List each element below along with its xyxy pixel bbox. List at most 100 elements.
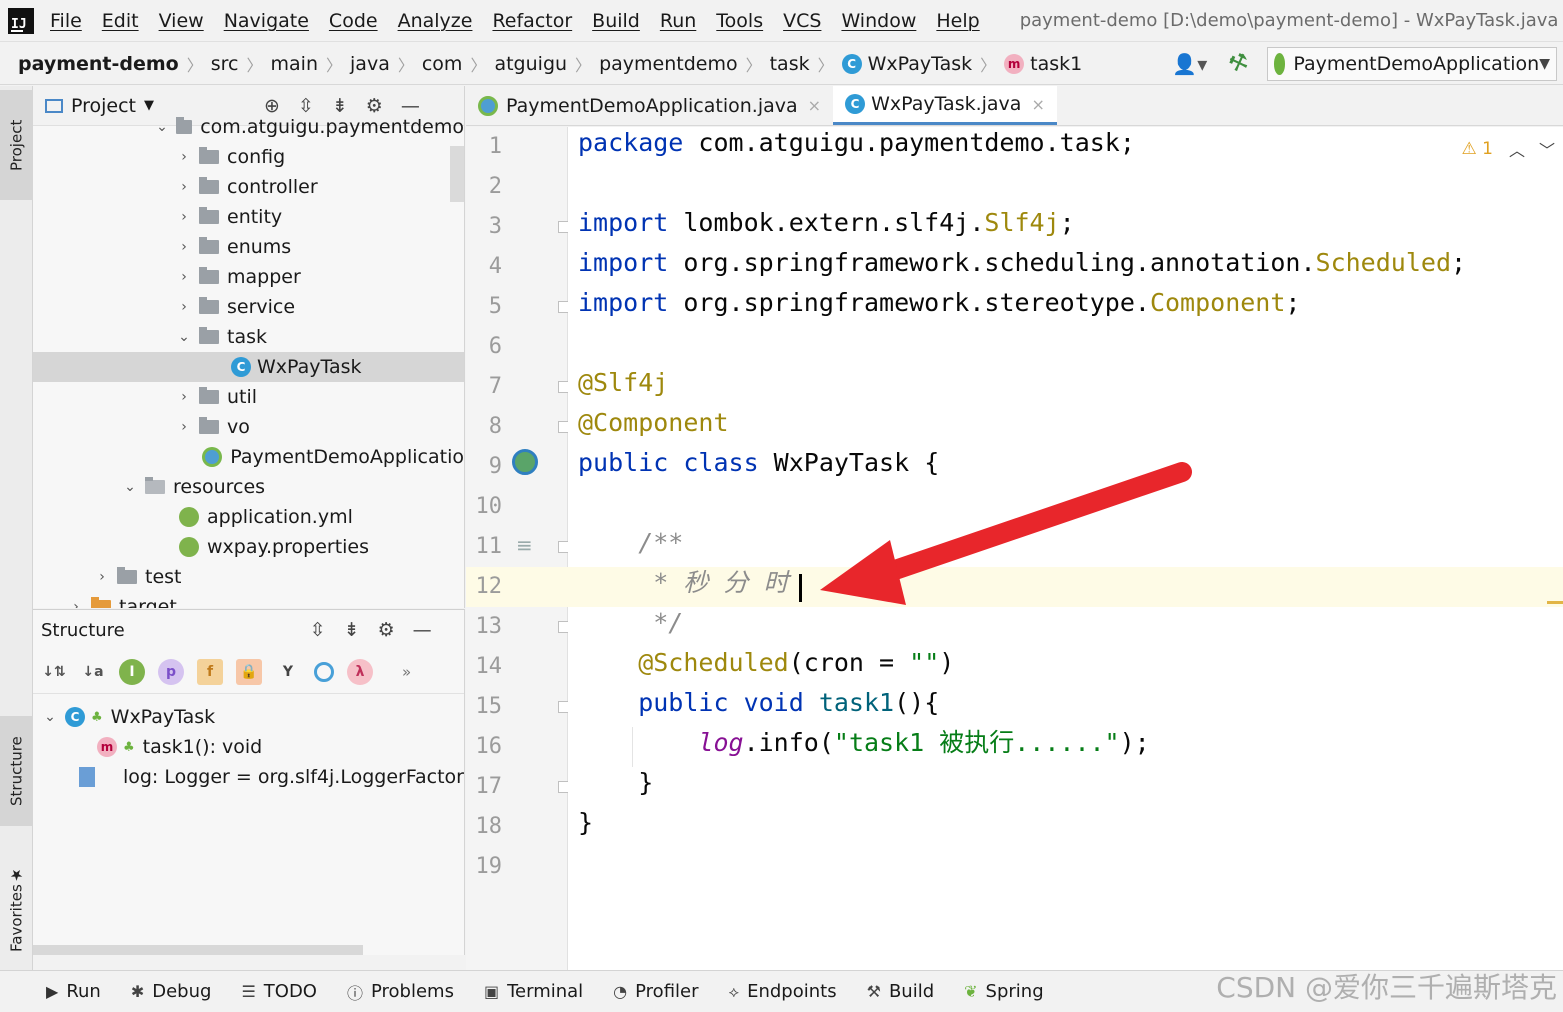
crumb-java[interactable]: java <box>350 53 390 75</box>
crumb-paymentdemo[interactable]: paymentdemo <box>599 53 738 75</box>
tree-item-service[interactable]: › service <box>33 292 464 322</box>
show-inherited-icon[interactable]: I <box>119 658 145 685</box>
collapse-all-icon[interactable]: ⇟ <box>344 619 360 641</box>
tree-item-wxpaytask[interactable]: C WxPayTask <box>33 352 464 382</box>
intellij-logo-icon[interactable]: IJ <box>8 7 34 34</box>
structure-member[interactable]: log: Logger = org.slf4j.LoggerFactor <box>33 762 464 792</box>
crumb-atguigu[interactable]: atguigu <box>494 53 567 75</box>
show-properties-icon[interactable]: p <box>158 658 184 685</box>
tree-item-config[interactable]: › config <box>33 142 464 172</box>
crumb-com[interactable]: com <box>422 53 463 75</box>
menu-run[interactable]: Run <box>660 10 696 32</box>
tree-item-label: enums <box>227 236 292 258</box>
error-stripe-mark[interactable] <box>1547 601 1563 604</box>
run-config-select[interactable]: PaymentDemoApplication ▼ <box>1267 46 1557 81</box>
menu-navigate[interactable]: Navigate <box>224 10 309 32</box>
tree-item-vo[interactable]: › vo <box>33 412 464 442</box>
tool-tab-problems[interactable]: ⓘ Problems <box>347 980 454 1004</box>
tool-tab-run[interactable]: ▶ Run <box>46 981 101 1002</box>
close-icon[interactable]: × <box>1031 95 1044 114</box>
tree-item-payment-demo-application[interactable]: PaymentDemoApplicatio <box>33 442 464 472</box>
window-title: payment-demo [D:\demo\payment-demo] - Wx… <box>1019 10 1559 31</box>
tree-item-label: resources <box>173 476 266 498</box>
crumb-method[interactable]: m task1 <box>1004 53 1082 75</box>
chevron-right-icon: › <box>181 239 187 255</box>
tree-item-controller[interactable]: › controller <box>33 172 464 202</box>
next-highlight-icon[interactable]: ﹀ <box>1539 137 1555 161</box>
tree-item-package[interactable]: ⌄ com.atguigu.paymentdemo <box>33 112 464 142</box>
crumb-main[interactable]: main <box>271 53 318 75</box>
tool-tab-profiler[interactable]: ◔ Profiler <box>613 981 698 1002</box>
method-icon: m <box>1004 53 1025 74</box>
crumb-project[interactable]: payment-demo <box>18 53 179 75</box>
menu-edit[interactable]: Edit <box>102 10 139 32</box>
crumb-src[interactable]: src <box>211 53 239 75</box>
tree-item-label: task <box>227 326 267 348</box>
text-align-gutter-icon[interactable]: ≡ <box>516 533 533 557</box>
crumb-task[interactable]: task <box>770 53 810 75</box>
menu-file[interactable]: File <box>50 10 82 32</box>
tree-item-entity[interactable]: › entity <box>33 202 464 232</box>
tool-tab-structure[interactable]: Structure <box>0 716 33 826</box>
menu-vcs[interactable]: VCS <box>783 10 821 32</box>
previous-highlight-icon[interactable]: ︿ <box>1509 137 1525 161</box>
structure-class[interactable]: ⌄ C ♣ WxPayTask <box>33 702 464 732</box>
tool-tab-favorites[interactable]: Favorites ★ <box>0 854 33 964</box>
tool-tab-endpoints[interactable]: ⟡ Endpoints <box>729 981 837 1002</box>
menu-bar: IJ File Edit View Navigate Code Analyze … <box>0 0 1563 42</box>
menu-build[interactable]: Build <box>592 10 640 32</box>
show-fields-icon[interactable]: f <box>197 658 223 685</box>
tool-tab-build[interactable]: ⚒ Build <box>867 981 935 1002</box>
user-dropdown-icon[interactable]: 👤▾ <box>1172 52 1207 76</box>
menu-code[interactable]: Code <box>329 10 378 32</box>
tool-tab-debug[interactable]: ✱ Debug <box>131 981 212 1002</box>
gear-icon[interactable]: ⚙ <box>378 619 395 641</box>
more-icon[interactable]: » <box>402 663 411 681</box>
menu-tools[interactable]: Tools <box>716 10 763 32</box>
tool-tab-project[interactable]: Project <box>0 90 33 200</box>
folder-icon <box>199 267 219 284</box>
structure-member[interactable]: m ♣ task1(): void <box>33 732 464 762</box>
chevron-down-icon: ⌄ <box>44 709 56 725</box>
chevron-down-icon[interactable]: ▼ <box>144 98 154 113</box>
menu-view[interactable]: View <box>159 10 204 32</box>
tool-tab-terminal[interactable]: ▣ Terminal <box>484 981 583 1002</box>
tree-item-label: config <box>227 146 286 168</box>
show-anonymous-icon[interactable] <box>314 661 334 682</box>
menu-window[interactable]: Window <box>841 10 916 32</box>
project-scrollbar[interactable] <box>450 146 464 202</box>
tool-tab-spring[interactable]: ❦ Spring <box>964 981 1044 1002</box>
minimize-icon[interactable]: — <box>413 619 432 641</box>
expand-all-icon[interactable]: ⇳ <box>310 619 326 641</box>
menu-analyze[interactable]: Analyze <box>398 10 473 32</box>
tree-item-application-yml[interactable]: application.yml <box>33 502 464 532</box>
sort-by-visibility-icon[interactable]: ↓⇅ <box>41 659 67 685</box>
tool-tab-todo[interactable]: ☰ TODO <box>241 981 317 1002</box>
close-icon[interactable]: × <box>808 96 821 115</box>
show-non-public-icon[interactable]: 🔒 <box>236 658 262 685</box>
properties-file-icon <box>179 537 199 557</box>
structure-scrollbar[interactable] <box>33 945 363 955</box>
line-number: 17 <box>475 774 503 799</box>
tab-payment-demo-application[interactable]: PaymentDemoApplication.java × <box>466 86 833 125</box>
menu-help[interactable]: Help <box>936 10 979 32</box>
tree-item-target[interactable]: › target <box>33 592 464 608</box>
show-lambdas-tree-icon[interactable]: Y <box>275 659 301 685</box>
tree-item-util[interactable]: › util <box>33 382 464 412</box>
show-lambdas-icon[interactable]: λ <box>347 658 373 685</box>
hammer-icon[interactable]: ⚒ <box>1226 48 1253 78</box>
editor-gutter[interactable]: 1 2 3 4 5 6 7 8 9 10 11 12 13 14 15 16 1… <box>466 127 570 970</box>
tree-item-task[interactable]: ⌄ task <box>33 322 464 352</box>
tab-wxpaytask[interactable]: C WxPayTask.java × <box>833 86 1057 125</box>
tree-item-enums[interactable]: › enums <box>33 232 464 262</box>
warning-indicator[interactable]: ⚠ 1 <box>1462 139 1493 159</box>
sort-alphabetically-icon[interactable]: ↓a <box>80 659 106 685</box>
tree-item-wxpay-properties[interactable]: wxpay.properties <box>33 532 464 562</box>
menu-refactor[interactable]: Refactor <box>492 10 572 32</box>
spring-bean-gutter-icon[interactable] <box>512 449 538 475</box>
tree-item-test[interactable]: › test <box>33 562 464 592</box>
tree-item-mapper[interactable]: › mapper <box>33 262 464 292</box>
tree-item-resources[interactable]: ⌄ resources <box>33 472 464 502</box>
crumb-class[interactable]: C WxPayTask <box>841 53 972 75</box>
tool-tab-label: Run <box>66 981 101 1002</box>
